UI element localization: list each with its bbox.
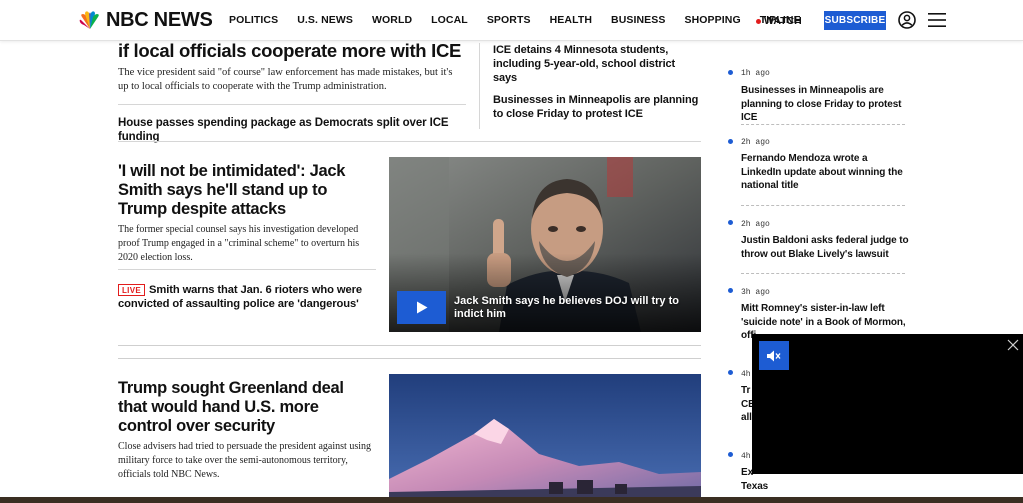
live-dot-icon xyxy=(756,18,761,24)
play-button[interactable] xyxy=(397,291,446,324)
subscribe-button[interactable]: SUBSCRIBE xyxy=(824,11,886,30)
feed-separator xyxy=(741,205,905,206)
bottom-edge-bar xyxy=(0,497,1023,503)
feed-bullet-icon xyxy=(728,370,733,375)
divider xyxy=(118,141,701,142)
hamburger-menu-icon[interactable] xyxy=(928,12,946,28)
close-icon[interactable] xyxy=(1007,339,1019,351)
feed-item-link[interactable]: Businesses in Minneapolis are planning t… xyxy=(741,84,909,125)
nav-us-news[interactable]: U.S. NEWS xyxy=(297,14,353,26)
nav-world[interactable]: WORLD xyxy=(372,14,412,26)
greenland-headline[interactable]: Trump sought Greenland deal that would h… xyxy=(118,379,373,436)
main-nav: POLITICS U.S. NEWS WORLD LOCAL SPORTS HE… xyxy=(229,14,820,26)
watch-label: WATCH xyxy=(764,15,802,27)
top-story-headline[interactable]: if local officials cooperate more with I… xyxy=(118,41,468,61)
related-story-link[interactable]: House passes spending package as Democra… xyxy=(118,116,468,144)
nav-sports[interactable]: SPORTS xyxy=(487,14,531,26)
nav-local[interactable]: LOCAL xyxy=(431,14,468,26)
jack-smith-dek: The former special counsel says his inve… xyxy=(118,224,360,263)
nav-business[interactable]: BUSINESS xyxy=(611,14,665,26)
top-story-dek: The vice president said "of course" law … xyxy=(118,67,453,92)
feed-bullet-icon xyxy=(728,139,733,144)
video-caption[interactable]: Jack Smith says he believes DOJ will try… xyxy=(454,295,699,321)
feed-time: 2h ago xyxy=(741,138,770,147)
divider xyxy=(118,345,701,346)
divider xyxy=(118,269,376,270)
feed-bullet-icon xyxy=(728,220,733,225)
play-icon xyxy=(416,301,427,314)
site-header: NBC NEWS POLITICS U.S. NEWS WORLD LOCAL … xyxy=(0,0,1023,41)
feed-separator xyxy=(741,124,905,125)
related-story-link[interactable]: Smith warns that Jan. 6 rioters who were… xyxy=(118,283,373,311)
account-icon[interactable] xyxy=(898,11,916,29)
side-story-link[interactable]: ICE detains 4 Minnesota students, includ… xyxy=(493,43,701,85)
nav-health[interactable]: HEALTH xyxy=(550,14,592,26)
divider xyxy=(118,104,466,105)
side-story-link[interactable]: Businesses in Minneapolis are planning t… xyxy=(493,93,701,121)
feed-time: 4h xyxy=(741,452,751,461)
nav-shopping[interactable]: SHOPPING xyxy=(685,14,741,26)
feed-bullet-icon xyxy=(728,70,733,75)
peacock-icon xyxy=(79,10,99,29)
column-divider xyxy=(479,43,480,129)
feed-time: 4h xyxy=(741,370,751,379)
muted-speaker-icon xyxy=(767,350,781,361)
feed-time: 1h ago xyxy=(741,69,770,78)
feed-item-link[interactable]: Justin Baldoni asks federal judge to thr… xyxy=(741,234,909,261)
feed-bullet-icon xyxy=(728,452,733,457)
jack-smith-headline[interactable]: 'I will not be intimidated': Jack Smith … xyxy=(118,162,373,219)
feed-time: 3h ago xyxy=(741,288,770,297)
feed-time: 2h ago xyxy=(741,220,770,229)
nbc-news-logo[interactable]: NBC NEWS xyxy=(78,9,213,32)
mute-button[interactable] xyxy=(759,341,789,370)
greenland-dek: Close advisers had tried to persuade the… xyxy=(118,441,371,480)
feed-item-link[interactable]: Fernando Mendoza wrote a LinkedIn update… xyxy=(741,152,909,193)
floating-video-player[interactable] xyxy=(752,334,1023,474)
greenland-mountain-image xyxy=(389,374,701,503)
divider xyxy=(118,358,701,359)
nav-politics[interactable]: POLITICS xyxy=(229,14,278,26)
feed-separator xyxy=(741,273,905,274)
brand-name: NBC NEWS xyxy=(106,9,213,31)
watch-link[interactable]: WATCH xyxy=(756,15,802,27)
feed-bullet-icon xyxy=(728,288,733,293)
greenland-photo[interactable] xyxy=(389,374,701,503)
